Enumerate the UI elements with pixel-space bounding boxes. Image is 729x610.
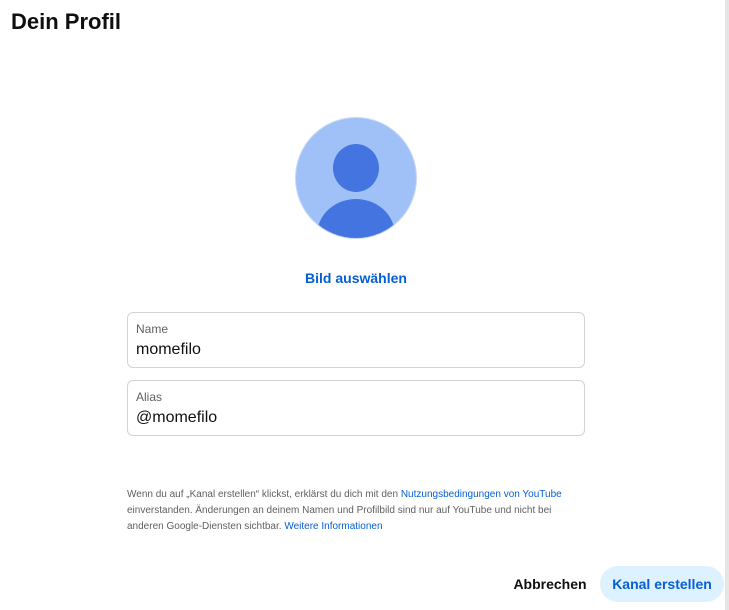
pick-image-button[interactable]: Bild auswählen bbox=[256, 268, 456, 288]
legal-text-part1: Wenn du auf „Kanal erstellen“ klickst, e… bbox=[127, 489, 401, 500]
name-input[interactable]: momefilo bbox=[136, 340, 201, 360]
avatar-body-shape bbox=[317, 199, 395, 238]
alias-field-label: Alias bbox=[136, 390, 163, 404]
legal-notice: Wenn du auf „Kanal erstellen“ klickst, e… bbox=[127, 487, 577, 535]
name-field[interactable]: Name momefilo bbox=[127, 312, 585, 368]
default-avatar-icon[interactable] bbox=[295, 117, 417, 239]
window-edge bbox=[725, 0, 729, 610]
dialog-title: Dein Profil bbox=[11, 9, 122, 34]
alias-field[interactable]: Alias @momefilo bbox=[127, 380, 585, 436]
terms-link[interactable]: Nutzungsbedingungen von YouTube bbox=[401, 489, 562, 500]
alias-input[interactable]: @momefilo bbox=[136, 408, 217, 428]
avatar-head-shape bbox=[333, 144, 379, 192]
cancel-button[interactable]: Abbrechen bbox=[504, 566, 596, 602]
create-channel-dialog: Dein Profil Bild auswählen Name momefilo… bbox=[0, 0, 729, 610]
name-field-label: Name bbox=[136, 322, 169, 336]
more-info-link[interactable]: Weitere Informationen bbox=[284, 521, 382, 532]
create-channel-button[interactable]: Kanal erstellen bbox=[600, 566, 724, 602]
